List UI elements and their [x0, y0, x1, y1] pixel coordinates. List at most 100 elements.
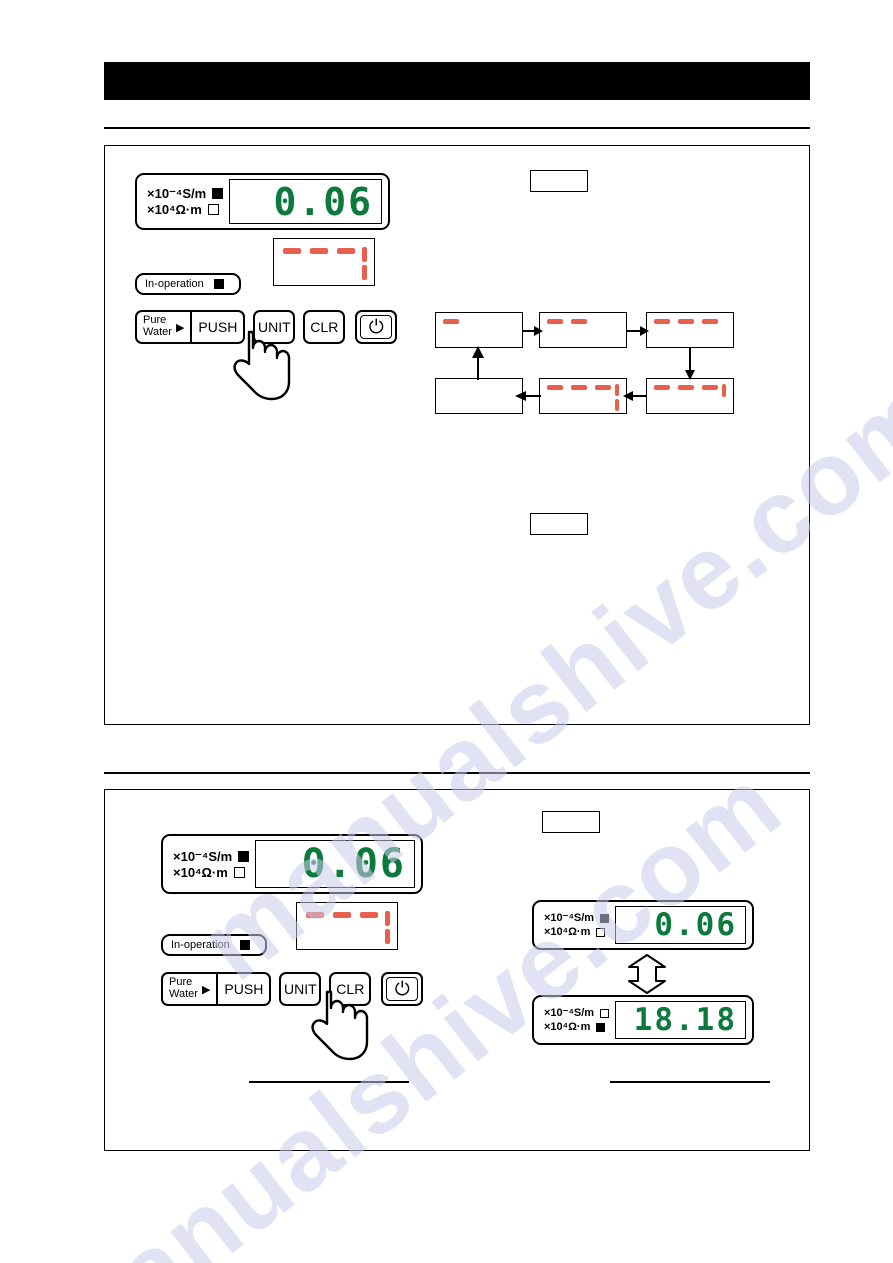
- unit-row-resistivity: ×10⁴Ω·m: [544, 1020, 609, 1033]
- in-operation-label: In-operation: [145, 278, 204, 290]
- unit-indicator-group: ×10⁻⁴S/m ×10⁴Ω·m: [143, 187, 229, 216]
- section-1-panel: ×10⁻⁴S/m ×10⁴Ω·m 0.06 In-operation Pure …: [104, 145, 810, 725]
- unit-row-resistivity: ×10⁴Ω·m: [544, 926, 609, 938]
- lcd-value-1: 0.06: [273, 179, 373, 224]
- flow-step-5: [539, 378, 627, 414]
- unit-label-conductivity: ×10⁻⁴S/m: [544, 911, 595, 924]
- segment-digit-one-upper: [385, 911, 390, 926]
- flow-arrow-3-to-4: [685, 348, 695, 380]
- flow-step-1: [435, 312, 523, 348]
- unit-indicator-group: ×10⁻⁴S/m ×10⁴Ω·m: [540, 1007, 615, 1033]
- in-operation-label: In-operation: [171, 939, 230, 951]
- power-key-1[interactable]: ⏻: [355, 310, 398, 344]
- segment-dash: [283, 248, 301, 254]
- meter-display-module-1: ×10⁻⁴S/m ×10⁴Ω·m 0.06: [135, 173, 390, 230]
- flow-arrow-4-to-5: [623, 391, 647, 401]
- segment-dash: [547, 385, 563, 390]
- in-operation-indicator-1: In-operation: [135, 273, 241, 295]
- clr-label: CLR: [310, 319, 339, 335]
- flow-step-3: [646, 312, 734, 348]
- unit-row-conductivity: ×10⁻⁴S/m: [173, 848, 250, 864]
- segment-dash: [443, 319, 459, 324]
- segment-dash: [360, 912, 378, 918]
- lcd-value-2: 0.06: [301, 841, 406, 887]
- segment-dash: [654, 319, 670, 324]
- unit-row-conductivity: ×10⁻⁴S/m: [544, 1007, 610, 1019]
- segment-dash: [571, 385, 587, 390]
- caption-underline-left: [249, 1081, 409, 1083]
- led-resistivity: [596, 1022, 606, 1032]
- segment-dash: [310, 248, 328, 254]
- page-header-bar: [104, 62, 810, 100]
- segment-dash: [678, 319, 694, 324]
- push-label: PUSH: [224, 981, 264, 997]
- segment-digit-one-upper: [615, 384, 619, 396]
- unit-row-resistivity: ×10⁴Ω·m: [173, 866, 249, 879]
- flow-arrow-5-to-6: [515, 391, 541, 401]
- unit-indicator-group: ×10⁻⁴S/m ×10⁴Ω·m: [169, 850, 255, 879]
- segment-dash: [547, 319, 563, 324]
- unit-row-resistivity: ×10⁴Ω·m: [147, 203, 223, 216]
- toggle-value-resistivity: 18.18: [633, 1001, 737, 1038]
- pure-water-key-1[interactable]: Pure Water ▶: [137, 312, 190, 342]
- segment-dash: [654, 385, 670, 390]
- unit-label-conductivity: ×10⁻⁴S/m: [147, 186, 207, 201]
- unit-row-conductivity: ×10⁻⁴S/m: [147, 186, 224, 201]
- section-1-tag-bottom: [530, 513, 588, 535]
- pure-water-key-2[interactable]: Pure Water ▶: [163, 974, 216, 1004]
- segment-digit-one-lower: [385, 929, 390, 944]
- segment-dash: [571, 319, 587, 324]
- segment-dash: [595, 385, 611, 390]
- meter-display-module-2: ×10⁻⁴S/m ×10⁴Ω·m 0.06: [161, 834, 423, 894]
- keypad-2: Pure Water ▶ PUSH UNIT CLR ⏻: [161, 972, 424, 1006]
- flow-step-2: [539, 312, 627, 348]
- pure-water-line-2: Water: [169, 988, 198, 1000]
- flow-arrow-6-to-1: [472, 346, 484, 380]
- segment-digit-one-lower: [615, 399, 619, 411]
- hand-pointer-icon-2: [311, 990, 369, 1061]
- pure-water-line-1: Pure: [169, 976, 193, 989]
- section-divider-top: [104, 127, 810, 129]
- segment-dash: [337, 248, 355, 254]
- led-conductivity: [600, 1008, 610, 1018]
- led-resistivity: [207, 204, 219, 215]
- segment-dash: [333, 912, 351, 918]
- caption-underline-right: [610, 1081, 770, 1083]
- power-key-2[interactable]: ⏻: [381, 972, 424, 1006]
- segment-dash: [678, 385, 694, 390]
- led-resistivity: [233, 866, 245, 878]
- led-conductivity: [212, 188, 224, 199]
- power-icon: ⏻: [386, 977, 419, 1001]
- unit-row-conductivity: ×10⁻⁴S/m: [544, 911, 610, 924]
- toggle-meter-resistivity: ×10⁻⁴S/m ×10⁴Ω·m 18.18: [532, 995, 754, 1045]
- segment-digit-one-lower: [362, 265, 367, 280]
- flow-arrow-1-to-2: [523, 326, 543, 336]
- play-triangle-icon: ▶: [201, 983, 211, 996]
- segment-dash: [702, 385, 718, 390]
- section-2-panel: ×10⁻⁴S/m ×10⁴Ω·m 0.06 In-operation Pure …: [104, 789, 810, 1151]
- flow-step-4: [646, 378, 734, 414]
- unit-label-conductivity: ×10⁻⁴S/m: [173, 848, 233, 864]
- lcd-screen-1: 0.06: [229, 179, 382, 224]
- led-conductivity: [238, 850, 250, 862]
- unit-label-resistivity: ×10⁴Ω·m: [544, 1020, 591, 1033]
- clr-key-1[interactable]: CLR: [303, 310, 346, 344]
- pure-water-label: Pure Water: [169, 977, 198, 1000]
- led-resistivity: [596, 927, 606, 937]
- sub-display-2: [296, 902, 398, 950]
- led-in-operation: [239, 940, 250, 950]
- unit-label-resistivity: ×10⁴Ω·m: [173, 864, 228, 880]
- pure-water-push-key-2[interactable]: Pure Water ▶ PUSH: [161, 972, 272, 1006]
- sub-display-1: [273, 238, 375, 286]
- led-conductivity: [600, 913, 610, 923]
- pure-water-label: Pure Water: [143, 315, 172, 338]
- push-key-2[interactable]: PUSH: [216, 974, 269, 1004]
- unit-toggle-double-arrow-icon: [628, 954, 666, 994]
- toggle-lcd-resistivity: 18.18: [615, 1001, 746, 1039]
- section-2-tag-top: [542, 811, 600, 833]
- hand-pointer-icon-1: [233, 330, 291, 401]
- segment-digit-one-upper: [722, 384, 726, 397]
- led-in-operation: [213, 279, 224, 289]
- toggle-lcd-conductivity: 0.06: [615, 906, 746, 944]
- toggle-value-conductivity: 0.06: [654, 906, 737, 943]
